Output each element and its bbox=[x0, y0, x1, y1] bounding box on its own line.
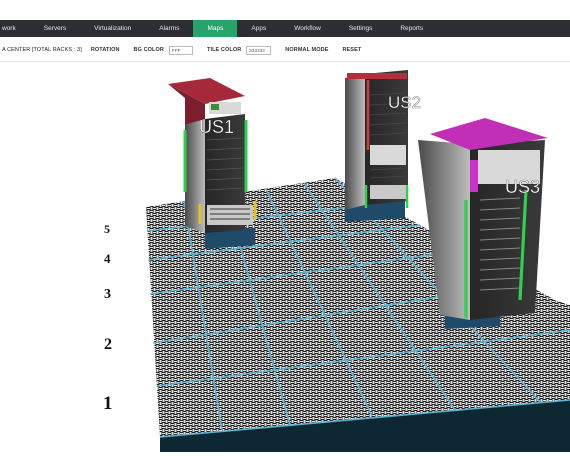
nav-maps[interactable]: Maps bbox=[193, 20, 238, 37]
rack-us2-label: US2 bbox=[388, 93, 421, 112]
floor-label-3: 3 bbox=[104, 287, 111, 302]
rack-us3-label: US3 bbox=[505, 177, 540, 197]
nav-workflow[interactable]: Workflow bbox=[280, 20, 335, 37]
main-nav: work Servers Virtualization Alarms Maps … bbox=[0, 20, 570, 37]
floor-svg: US1 US2 US3 bbox=[146, 70, 570, 452]
floor-label-4: 4 bbox=[104, 251, 111, 266]
floor-label-5: 5 bbox=[104, 222, 110, 236]
datacenter-3d-view[interactable]: US1 US2 US3 5 4 3 2 1 bbox=[0, 62, 570, 452]
datacenter-title: A CENTER [TOTAL RACKS : 3] bbox=[2, 47, 82, 53]
nav-servers[interactable]: Servers bbox=[30, 20, 80, 37]
floor-label-2: 2 bbox=[104, 336, 112, 353]
nav-apps[interactable]: Apps bbox=[237, 20, 280, 37]
bg-color-input[interactable]: FFF bbox=[168, 45, 193, 55]
nav-work[interactable]: work bbox=[0, 20, 30, 37]
tile-color-input[interactable]: 333333 bbox=[246, 45, 272, 55]
nav-virtualization[interactable]: Virtualization bbox=[80, 20, 145, 37]
map-toolbar: A CENTER [TOTAL RACKS : 3] ROTATION BG C… bbox=[0, 43, 570, 57]
tile-color-label: TILE COLOR bbox=[206, 47, 242, 53]
floor-label-1: 1 bbox=[103, 393, 113, 414]
nav-settings[interactable]: Settings bbox=[335, 20, 387, 37]
nav-reports[interactable]: Reports bbox=[386, 20, 437, 37]
nav-alarms[interactable]: Alarms bbox=[145, 20, 193, 37]
rack-us1-label: US1 bbox=[199, 117, 234, 137]
bg-color-label: BG COLOR bbox=[133, 47, 164, 53]
rotation-button[interactable]: ROTATION bbox=[91, 47, 120, 53]
normal-mode-button[interactable]: NORMAL MODE bbox=[285, 47, 328, 53]
top-band bbox=[0, 0, 570, 20]
reset-button[interactable]: RESET bbox=[342, 47, 361, 53]
